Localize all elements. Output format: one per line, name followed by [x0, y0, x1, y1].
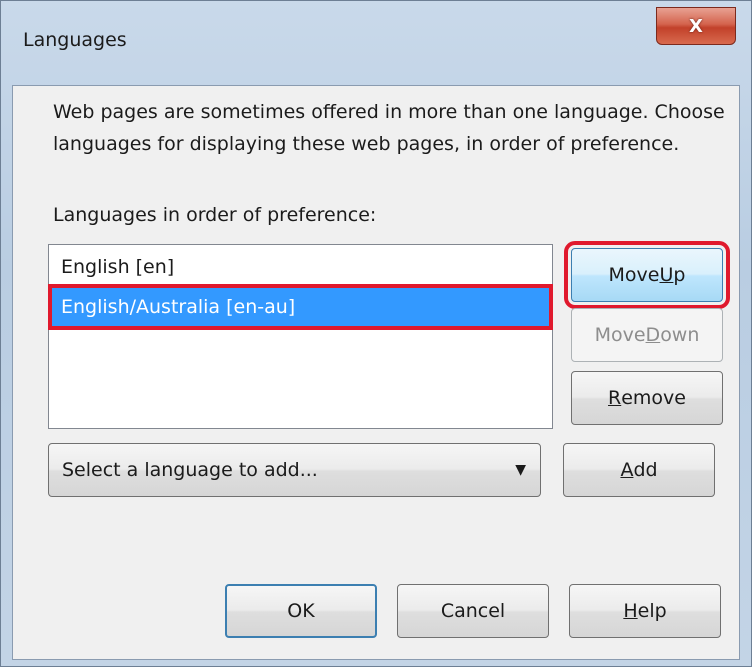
language-select[interactable]: Select a language to add... ▼: [48, 443, 541, 497]
move-up-button[interactable]: Move Up: [564, 241, 730, 309]
dialog-content: Web pages are sometimes offered in more …: [12, 85, 740, 660]
title-bar[interactable]: Languages X: [1, 1, 751, 85]
ok-button[interactable]: OK: [225, 584, 377, 638]
list-label: Languages in order of preference:: [53, 204, 377, 226]
dialog-title: Languages: [23, 29, 127, 51]
close-icon: X: [689, 15, 703, 37]
cancel-button[interactable]: Cancel: [397, 584, 549, 638]
language-select-value: Select a language to add...: [62, 459, 318, 481]
add-button[interactable]: Add: [563, 443, 715, 497]
move-down-button[interactable]: Move Down: [571, 308, 723, 362]
list-item-en[interactable]: English [en]: [51, 247, 550, 287]
remove-button[interactable]: Remove: [571, 371, 723, 425]
list-item-en-au[interactable]: English/Australia [en-au]: [48, 284, 553, 330]
languages-dialog: Languages X Web pages are sometimes offe…: [0, 0, 752, 667]
description-text: Web pages are sometimes offered in more …: [53, 101, 725, 155]
dropdown-arrow-icon: ▼: [515, 462, 526, 478]
language-list[interactable]: English [en] English/Australia [en-au]: [48, 244, 553, 429]
close-button[interactable]: X: [656, 7, 736, 45]
help-button[interactable]: Help: [569, 584, 721, 638]
